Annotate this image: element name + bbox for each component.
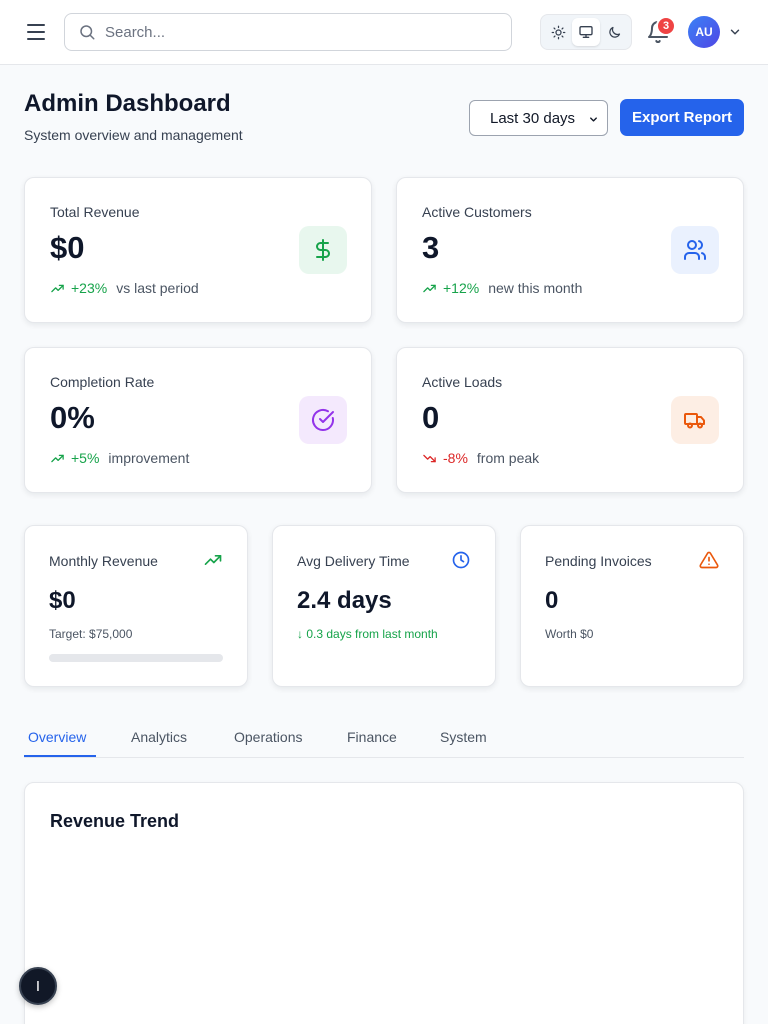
metric-value: $0 — [49, 587, 76, 614]
stat-label: Total Revenue — [50, 204, 140, 220]
period-select-value: Last 30 days — [490, 109, 576, 127]
metric-card-avg-delivery-time: Avg Delivery Time 2.4 days ↓ 0.3 days fr… — [272, 525, 496, 687]
stat-icon-box — [299, 396, 347, 444]
stat-value: $0 — [50, 230, 85, 265]
chevron-down-icon — [590, 117, 597, 122]
metric-label: Avg Delivery Time — [297, 553, 410, 569]
monitor-icon — [579, 25, 593, 38]
trending-up-icon — [51, 284, 64, 292]
tab-bar: Overview Analytics Operations Finance Sy… — [24, 725, 744, 758]
trending-up-icon — [204, 555, 222, 565]
stat-trend-note: new this month — [488, 280, 583, 296]
metric-card-monthly-revenue: Monthly Revenue $0 Target: $75,000 — [24, 525, 248, 687]
active-tab-indicator — [24, 755, 96, 757]
dollar-icon — [316, 239, 330, 261]
theme-switcher — [540, 14, 632, 50]
stat-card-active-loads: Active Loads 0 -8% from peak — [396, 347, 744, 493]
clock-icon — [452, 551, 470, 569]
warning-icon — [699, 551, 719, 569]
metric-value: 2.4 days — [297, 587, 392, 614]
top-bar: 3 AU — [0, 0, 768, 65]
moon-icon — [608, 26, 620, 38]
menu-icon[interactable] — [22, 19, 50, 45]
stat-trend-note: improvement — [108, 450, 190, 466]
avatar[interactable]: AU — [688, 16, 720, 48]
metric-change-text: 0.3 days from last month — [306, 627, 438, 641]
check-circle-icon — [312, 408, 334, 431]
revenue-progress-bar — [49, 654, 223, 662]
trending-up-icon — [51, 454, 64, 462]
stat-trend: +12% new this month — [422, 280, 582, 296]
search-box[interactable] — [64, 13, 512, 51]
metric-change: ↓ 0.3 days from last month — [297, 627, 438, 641]
metric-label: Pending Invoices — [545, 553, 652, 569]
metric-label: Monthly Revenue — [49, 553, 158, 569]
users-icon — [684, 240, 706, 260]
tab-analytics[interactable]: Analytics — [131, 729, 187, 745]
tab-finance[interactable]: Finance — [347, 729, 397, 745]
stat-card-completion-rate: Completion Rate 0% +5% improvement — [24, 347, 372, 493]
light-mode-button[interactable] — [544, 18, 572, 46]
metric-worth: Worth $0 — [545, 627, 594, 641]
stat-label: Active Loads — [422, 374, 503, 390]
stat-trend-percent: +5% — [71, 450, 100, 466]
period-select[interactable]: Last 30 days — [469, 100, 608, 136]
stat-icon-box — [299, 226, 347, 274]
stat-value: 0 — [422, 400, 440, 435]
stat-trend: +5% improvement — [50, 450, 189, 466]
stat-trend-percent: +23% — [71, 280, 108, 296]
metric-target: Target: $75,000 — [49, 627, 133, 641]
dark-mode-button[interactable] — [600, 18, 628, 46]
trending-up-icon — [423, 284, 436, 292]
stat-icon-box — [671, 226, 719, 274]
sun-icon — [551, 25, 565, 39]
metric-value: 0 — [545, 587, 559, 614]
chart-title: Revenue Trend — [50, 811, 180, 831]
export-report-button[interactable]: Export Report — [620, 99, 744, 136]
trending-down-icon — [423, 454, 436, 462]
stat-value: 0% — [50, 400, 95, 435]
tab-system[interactable]: System — [440, 729, 487, 745]
truck-icon — [684, 413, 705, 429]
revenue-trend-card: Revenue Trend — [24, 782, 744, 1024]
stat-trend: -8% from peak — [422, 450, 539, 466]
stat-trend-percent: -8% — [443, 450, 468, 466]
stat-trend-note: from peak — [476, 450, 540, 466]
stat-label: Active Customers — [422, 204, 532, 220]
metric-card-pending-invoices: Pending Invoices 0 Worth $0 — [520, 525, 744, 687]
stat-card-total-revenue: Total Revenue $0 +23% vs last period — [24, 177, 372, 323]
stat-label: Completion Rate — [50, 374, 155, 390]
stat-trend: +23% vs last period — [50, 280, 199, 296]
stat-trend-note: vs last period — [116, 280, 199, 296]
stat-card-active-customers: Active Customers 3 +12% new this month — [396, 177, 744, 323]
search-input[interactable] — [105, 23, 485, 41]
stat-icon-box — [671, 396, 719, 444]
notification-badge: 3 — [656, 16, 676, 36]
stat-value: 3 — [422, 230, 440, 265]
tab-overview[interactable]: Overview — [28, 729, 86, 745]
tab-operations[interactable]: Operations — [234, 729, 302, 745]
page-subtitle: System overview and management — [24, 127, 243, 143]
page-title: Admin Dashboard — [24, 90, 231, 117]
search-icon — [80, 25, 95, 40]
arrow-down-icon: ↓ — [297, 627, 303, 641]
system-mode-button[interactable] — [572, 18, 600, 46]
stat-trend-percent: +12% — [443, 280, 480, 296]
chevron-down-icon[interactable] — [728, 25, 742, 39]
floating-action-button[interactable]: I — [19, 967, 57, 1005]
